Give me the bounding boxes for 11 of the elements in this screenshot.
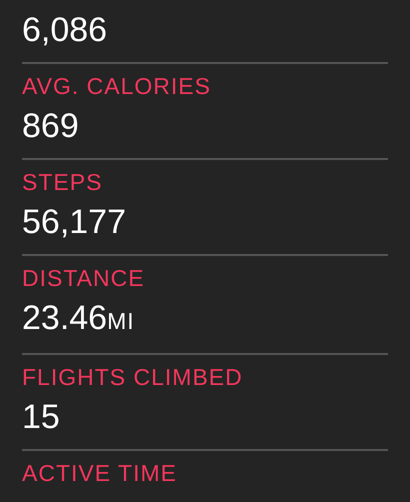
- stat-value: 6,086: [22, 10, 108, 51]
- unit-label: MI: [107, 307, 135, 336]
- stat-label: FLIGHTS CLIMBED: [22, 363, 244, 391]
- stat-value: 56,177: [22, 202, 127, 243]
- stat-value: 15: [22, 397, 61, 438]
- stat-label: ACTIVE TIME: [22, 459, 178, 487]
- stat-label: AVG. CALORIES: [22, 72, 212, 100]
- stat-label: STEPS: [22, 168, 104, 196]
- stat-value: 869: [22, 106, 80, 147]
- stat-value: 23.46: [22, 298, 108, 339]
- stat-label: DISTANCE: [22, 264, 146, 292]
